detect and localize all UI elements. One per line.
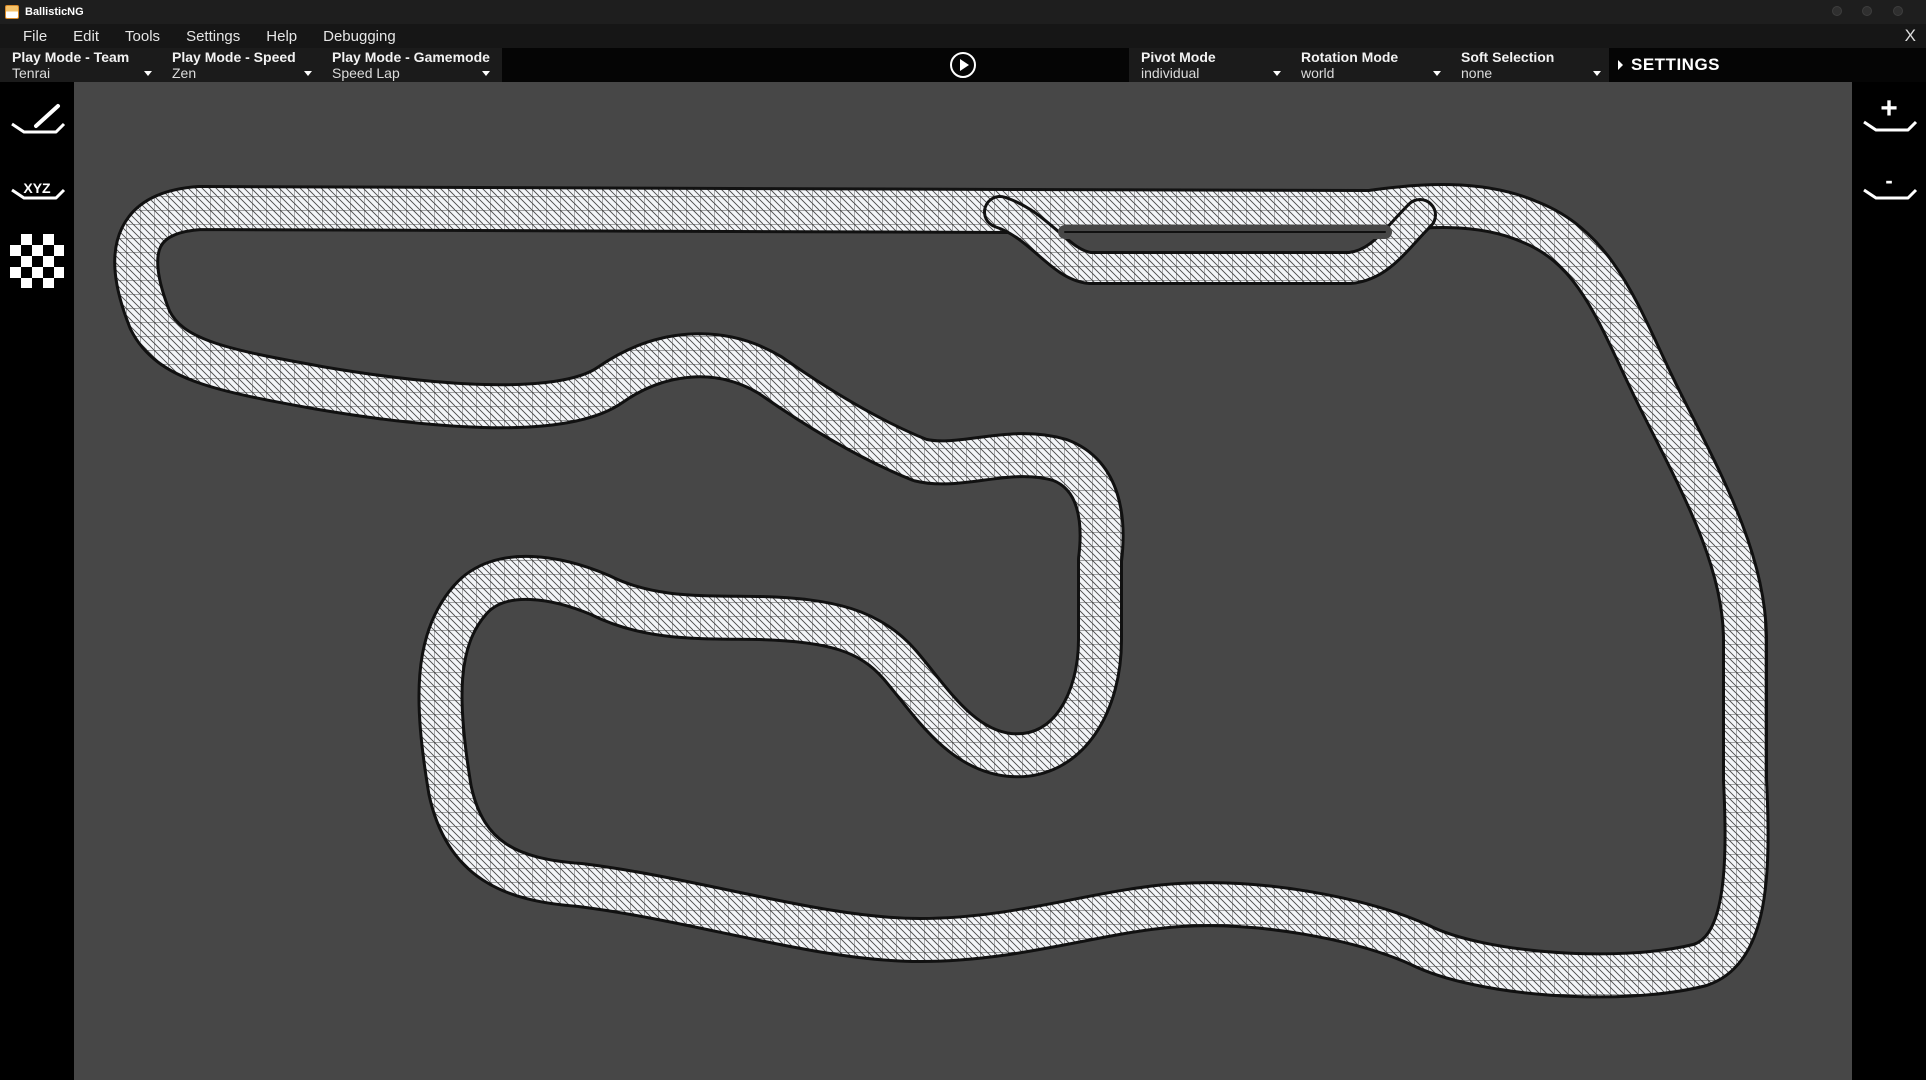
editor-close-button[interactable]: X [1905, 26, 1916, 46]
add-section-button[interactable]: + [1858, 88, 1920, 150]
chevron-down-icon [482, 71, 490, 76]
settings-button[interactable]: SETTINGS [1618, 48, 1720, 82]
play-mode-group: Play Mode - Team Tenrai Play Mode - Spee… [0, 48, 502, 82]
toolbar: Play Mode - Team Tenrai Play Mode - Spee… [0, 48, 1926, 82]
menu-help[interactable]: Help [253, 28, 310, 45]
pivot-mode-dropdown[interactable]: Pivot Mode individual [1129, 48, 1289, 82]
play-mode-speed-dropdown[interactable]: Play Mode - Speed Zen [160, 48, 320, 82]
window-title: BallisticNG [25, 6, 84, 18]
chevron-down-icon [144, 71, 152, 76]
track-wireframe [113, 183, 1770, 999]
play-mode-team-dropdown[interactable]: Play Mode - Team Tenrai [0, 48, 160, 82]
menu-tools[interactable]: Tools [112, 28, 173, 45]
settings-label: SETTINGS [1631, 55, 1721, 74]
checkpoint-tool-button[interactable] [6, 230, 68, 292]
play-button[interactable] [950, 52, 976, 78]
plus-icon: + [1863, 92, 1918, 132]
chevron-down-icon [304, 71, 312, 76]
minus-icon: - [1863, 168, 1918, 200]
soft-selection-label: Soft Selection [1461, 49, 1555, 65]
play-mode-gamemode-value: Speed Lap [332, 65, 400, 81]
checkered-flag-icon [10, 234, 64, 288]
play-mode-team-value: Tenrai [12, 65, 51, 81]
chevron-down-icon [1433, 71, 1441, 76]
transform-mode-group: Pivot Mode individual Rotation Mode worl… [1129, 48, 1609, 82]
soft-selection-value: none [1461, 65, 1493, 81]
remove-section-button[interactable]: - [1858, 160, 1920, 222]
menu-settings[interactable]: Settings [173, 28, 253, 45]
rotation-mode-dropdown[interactable]: Rotation Mode world [1289, 48, 1449, 82]
play-mode-speed-label: Play Mode - Speed [172, 49, 296, 65]
play-mode-gamemode-label: Play Mode - Gamemode [332, 49, 490, 65]
transform-xyz-button[interactable]: XYZ [6, 160, 68, 222]
title-bar: BallisticNG [0, 0, 1926, 24]
track-main-loop [113, 183, 1770, 999]
pencil-icon [11, 104, 66, 134]
window-close-button[interactable] [1893, 6, 1903, 16]
rotation-mode-value: world [1301, 65, 1335, 81]
chevron-down-icon [1273, 71, 1281, 76]
track-surface-mesh [116, 186, 1767, 996]
chevron-right-icon [1618, 60, 1623, 70]
maximize-button[interactable] [1862, 6, 1872, 16]
play-mode-gamemode-dropdown[interactable]: Play Mode - Gamemode Speed Lap [320, 48, 498, 82]
chevron-down-icon [1593, 71, 1601, 76]
pivot-mode-label: Pivot Mode [1141, 49, 1216, 65]
right-tool-panel: + - [1852, 82, 1926, 1080]
menu-edit[interactable]: Edit [60, 28, 112, 45]
xyz-axes-icon: XYZ [11, 180, 66, 200]
left-tool-panel: XYZ [0, 82, 74, 1080]
rotation-mode-label: Rotation Mode [1301, 49, 1399, 65]
pivot-mode-value: individual [1141, 65, 1200, 81]
play-mode-team-label: Play Mode - Team [12, 49, 130, 65]
plus-label: + [1880, 92, 1898, 125]
menu-file[interactable]: File [10, 28, 60, 45]
menu-debugging[interactable]: Debugging [310, 28, 409, 45]
xyz-label: XYZ [23, 180, 51, 196]
play-mode-speed-value: Zen [172, 65, 197, 81]
soft-selection-dropdown[interactable]: Soft Selection none [1449, 48, 1609, 82]
minimize-button[interactable] [1832, 6, 1842, 16]
scene-viewport[interactable] [74, 82, 1852, 1080]
menu-bar: File Edit Tools Settings Help Debugging … [0, 24, 1926, 48]
app-icon [5, 5, 19, 19]
draw-tool-button[interactable] [6, 88, 68, 150]
minus-label: - [1885, 168, 1892, 193]
